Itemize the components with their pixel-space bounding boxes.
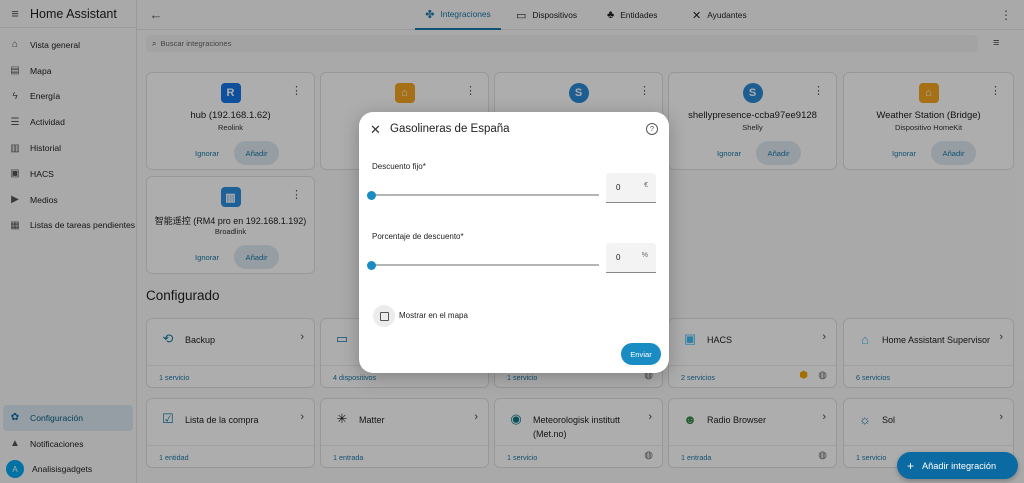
fixed-discount-label: Descuento fijo*	[372, 162, 426, 171]
slider-thumb[interactable]	[367, 260, 376, 270]
show-on-map-checkbox[interactable]	[373, 305, 395, 327]
fixed-discount-input[interactable]: 0 €	[606, 173, 656, 203]
plus-icon: +	[907, 458, 915, 473]
percent-discount-label: Porcentaje de descuento*	[372, 232, 464, 241]
help-icon[interactable]: ?	[646, 123, 658, 135]
field-unit: €	[644, 182, 648, 189]
field-value: 0	[616, 183, 621, 192]
percent-discount-slider[interactable]	[367, 260, 599, 270]
field-value: 0	[616, 253, 621, 262]
close-icon[interactable]: ✕	[370, 122, 381, 138]
percent-discount-input[interactable]: 0 %	[606, 243, 656, 273]
checkbox-box	[379, 311, 389, 321]
submit-button[interactable]: Enviar	[621, 343, 661, 365]
slider-thumb[interactable]	[367, 190, 376, 200]
config-flow-dialog: ✕ Gasolineras de España ? Descuento fijo…	[359, 112, 669, 373]
field-unit: %	[641, 252, 648, 259]
fixed-discount-slider[interactable]	[367, 190, 599, 200]
dialog-title: Gasolineras de España	[390, 123, 510, 135]
add-integration-button[interactable]: + Añadir integración	[897, 452, 1018, 479]
fab-label: Añadir integración	[922, 460, 997, 471]
show-on-map-label: Mostrar en el mapa	[399, 311, 468, 320]
